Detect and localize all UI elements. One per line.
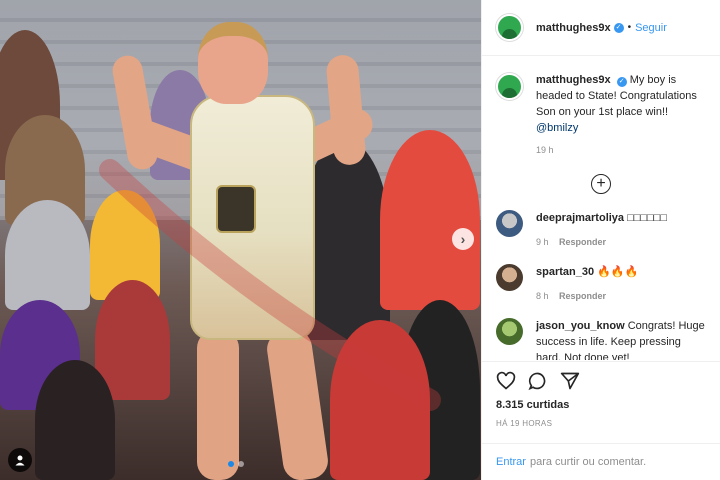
carousel-dot (238, 461, 244, 467)
action-icons (496, 370, 706, 392)
commenter-avatar[interactable] (496, 318, 523, 345)
crowd-person (330, 320, 430, 480)
comment-time: 8 h (536, 291, 549, 301)
post-caption: matthughes9x ✓ My boy is headed to State… (496, 72, 706, 158)
caption-username[interactable]: matthughes9x (536, 74, 611, 86)
wrestler-leg (197, 330, 239, 480)
caption-mention-link[interactable]: @bmilzy (536, 122, 578, 134)
comment-text: 🔥🔥🔥 (597, 266, 639, 278)
login-prompt-text: para curtir ou comentar. (529, 456, 647, 468)
separator: • (627, 22, 632, 33)
verified-badge-icon: ✓ (613, 22, 624, 33)
comment-time: 9 h (536, 237, 549, 247)
carousel-dot-active (228, 461, 234, 467)
comments-list[interactable]: matthughes9x ✓ My boy is headed to State… (482, 57, 720, 360)
comment-text: □□□□□□ (627, 212, 667, 224)
crowd-person (35, 360, 115, 480)
author-avatar[interactable] (496, 73, 523, 100)
post-panel: matthughes9x ✓ • Seguir matthughes9x ✓ M… (481, 0, 720, 480)
reply-button[interactable]: Responder (559, 237, 606, 247)
commenter-avatar[interactable] (496, 210, 523, 237)
commenter-avatar[interactable] (496, 264, 523, 291)
comment-item: spartan_30 🔥🔥🔥 8 h Responder (496, 264, 706, 304)
post-header: matthughes9x ✓ • Seguir (482, 0, 720, 56)
plus-circle-icon[interactable]: + (591, 174, 611, 194)
send-icon (560, 372, 580, 390)
comment-item: deeprajmartoliya □□□□□□ 9 h Responder (496, 210, 706, 250)
comment-button[interactable] (528, 371, 548, 391)
post-photo[interactable]: › (0, 0, 481, 480)
caption-time: 19 h (536, 145, 554, 155)
login-link[interactable]: Entrar (496, 456, 526, 468)
follow-button[interactable]: Seguir (635, 22, 667, 34)
commenter-username[interactable]: spartan_30 (536, 266, 594, 278)
crowd-person (380, 130, 480, 310)
commenter-username[interactable]: deeprajmartoliya (536, 212, 624, 224)
wrestler-leg (264, 327, 331, 480)
login-prompt: Entrar para curtir ou comentar. (482, 443, 720, 480)
post-actions: 8.315 curtidas HÁ 19 HORAS (482, 361, 720, 443)
likes-count[interactable]: 8.315 curtidas (496, 399, 706, 411)
user-icon (15, 455, 25, 466)
author-avatar[interactable] (496, 14, 523, 41)
comment-item: jason_you_know Congrats! Huge success in… (496, 318, 706, 360)
like-button[interactable] (496, 371, 516, 391)
verified-badge-icon: ✓ (616, 77, 627, 87)
next-photo-button[interactable]: › (452, 228, 474, 250)
heart-icon (496, 371, 516, 390)
share-button[interactable] (560, 371, 580, 391)
commenter-username[interactable]: jason_you_know (536, 320, 625, 332)
comment-bubble-icon (528, 372, 546, 391)
reply-button[interactable]: Responder (559, 291, 606, 301)
load-more-comments[interactable]: + (496, 174, 706, 194)
tagged-users-button[interactable] (8, 448, 32, 472)
chevron-right-icon: › (460, 231, 466, 247)
wrestler-head (198, 22, 268, 104)
singlet-logo (216, 185, 256, 233)
author-username[interactable]: matthughes9x (536, 22, 611, 34)
carousel-indicator (228, 461, 244, 467)
crowd-person (5, 200, 90, 310)
caption-text-block: matthughes9x ✓ My boy is headed to State… (536, 72, 706, 158)
post-timestamp[interactable]: HÁ 19 HORAS (496, 419, 706, 428)
